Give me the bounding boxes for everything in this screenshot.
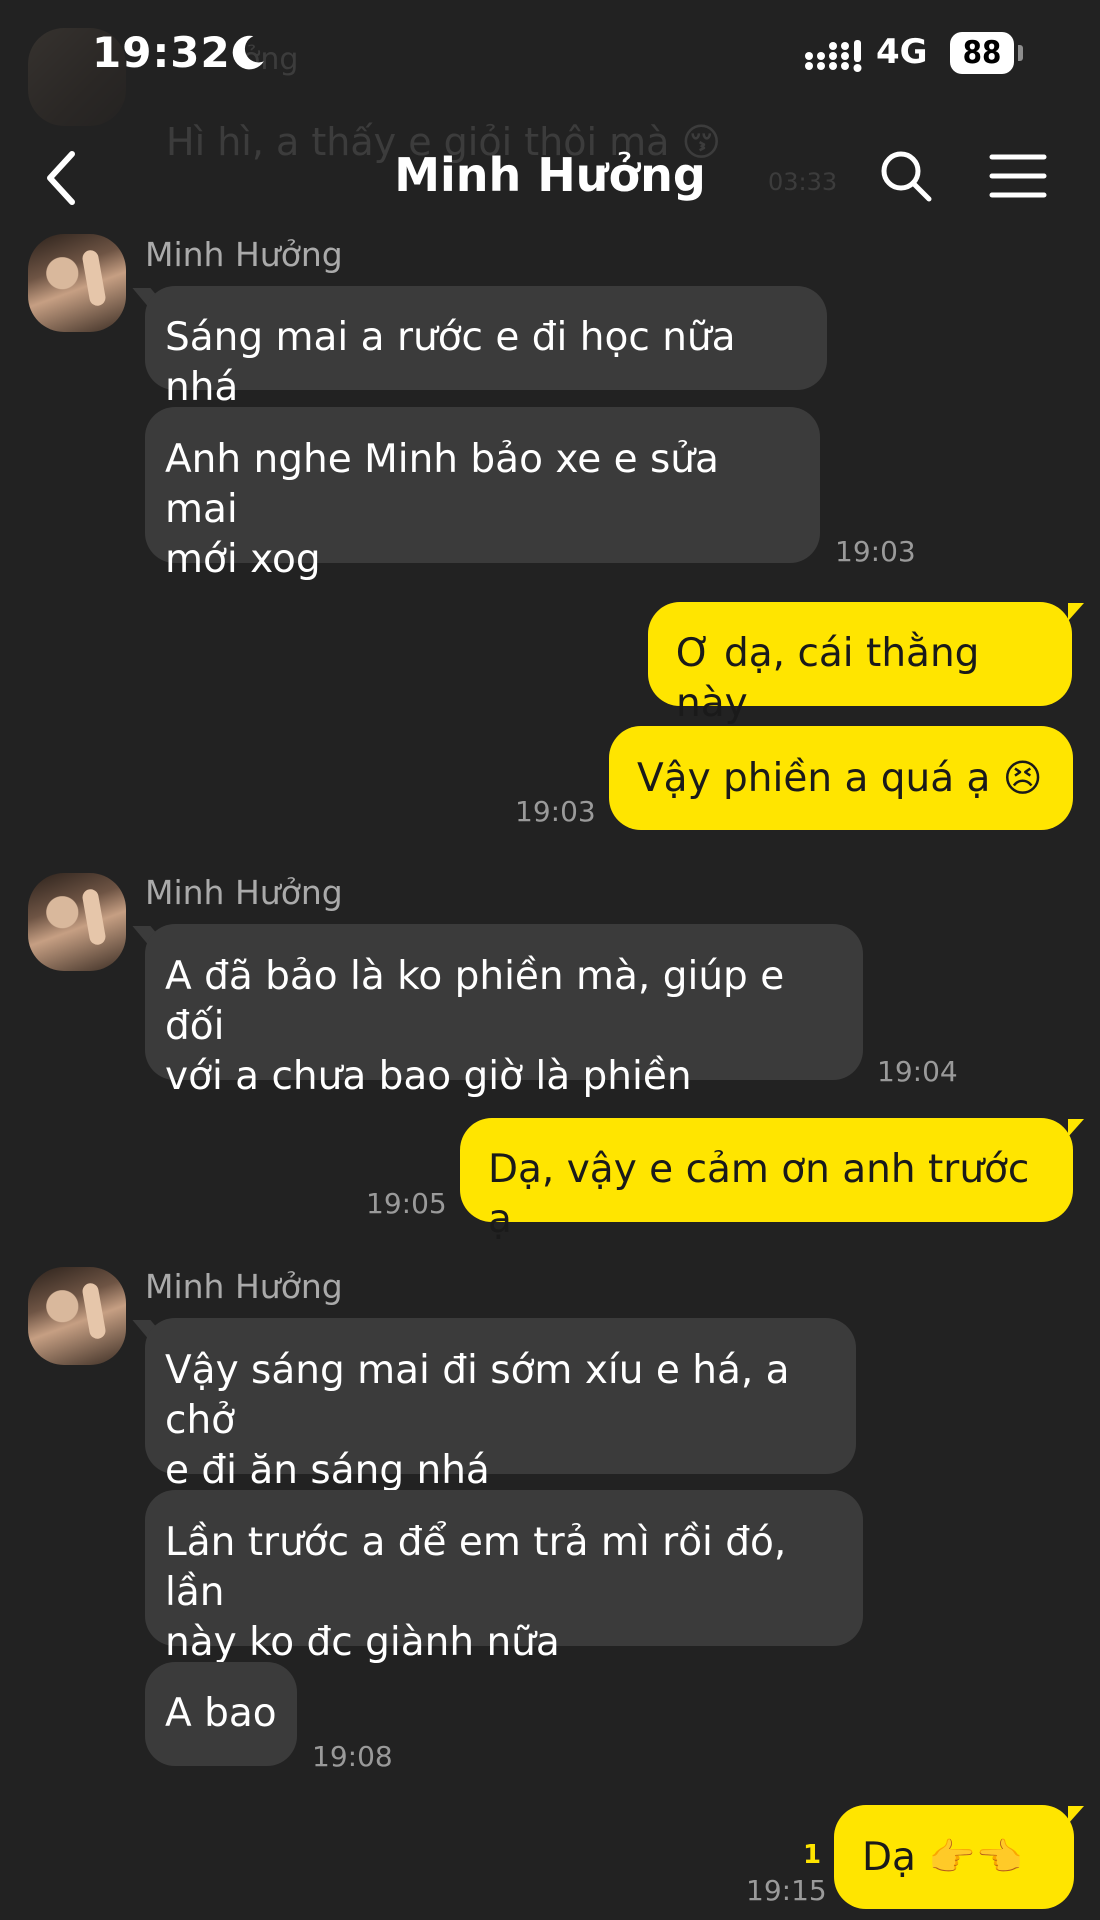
message-time: 19:03 (515, 795, 596, 828)
unread-count: 1 (803, 1840, 822, 1870)
hamburger-menu-icon[interactable] (988, 152, 1048, 200)
outgoing-message[interactable]: Ơ dạ, cái thằng này (648, 602, 1072, 726)
search-icon[interactable] (878, 148, 934, 204)
message-text-line: A đã bảo là ko phiền mà, giúp e đối (165, 954, 785, 1049)
contact-avatar[interactable] (28, 234, 126, 332)
message-text: Dạ, vậy e cảm ơn anh trước ạ (488, 1147, 1030, 1242)
contact-avatar[interactable] (28, 1267, 126, 1365)
message-time: 19:15 (746, 1874, 827, 1907)
contact-avatar[interactable] (28, 873, 126, 971)
message-text-line: e đi ăn sáng nhá (165, 1448, 490, 1493)
sender-name: Minh Hưởng (145, 873, 343, 912)
outgoing-message[interactable]: Vậy phiền a quá ạ 😣 (609, 726, 1073, 830)
incoming-message[interactable]: Vậy sáng mai đi sớm xíu e há, a chở e đi… (145, 1318, 856, 1493)
message-text-line: Anh nghe Minh bảo xe e sửa mai (165, 437, 719, 532)
incoming-message[interactable]: A bao (145, 1662, 297, 1766)
message-text: Dạ (862, 1835, 916, 1880)
message-text: Sáng mai a rước e đi học nữa nhá (165, 315, 736, 410)
message-time: 19:04 (877, 1055, 958, 1088)
incoming-message[interactable]: A đã bảo là ko phiền mà, giúp e đối với … (145, 924, 863, 1099)
chat-title: Minh Hưởng (394, 148, 706, 202)
battery-icon: 88 (950, 32, 1014, 74)
message-text-line: mới xog (165, 537, 321, 582)
persevering-face-emoji: 😣 (1002, 756, 1043, 800)
status-time: 19:32 (92, 28, 231, 77)
message-text: Vậy phiền a quá ạ (637, 756, 991, 801)
message-time: 19:03 (835, 535, 916, 568)
sender-name: Minh Hưởng (145, 235, 343, 274)
message-text: A bao (165, 1691, 277, 1736)
incoming-message[interactable]: Lần trước a để em trả mì rồi đó, lần này… (145, 1490, 863, 1665)
outgoing-message[interactable]: Dạ, vậy e cảm ơn anh trước ạ (460, 1118, 1073, 1242)
pointing-fingers-emoji: 👉👈 (928, 1835, 1023, 1879)
outgoing-message[interactable]: Dạ 👉👈 (834, 1805, 1074, 1909)
bubble-tail (1068, 603, 1084, 621)
message-text-line: này ko đc giành nữa (165, 1620, 560, 1665)
incoming-message[interactable]: Sáng mai a rước e đi học nữa nhá (145, 286, 827, 410)
message-text-line: Vậy sáng mai đi sớm xíu e há, a chở (165, 1348, 790, 1443)
message-time: 19:05 (366, 1187, 447, 1220)
network-type: 4G (876, 32, 928, 72)
message-text-line: Lần trước a để em trả mì rồi đó, lần (165, 1520, 787, 1615)
message-text: Ơ dạ, cái thằng này (676, 631, 980, 726)
bubble-tail (1068, 1119, 1084, 1137)
sender-name: Minh Hưởng (145, 1267, 343, 1306)
incoming-message[interactable]: Anh nghe Minh bảo xe e sửa mai mới xog (145, 407, 820, 582)
moon-icon (232, 35, 264, 70)
message-time: 19:08 (312, 1740, 393, 1773)
battery-tip (1018, 45, 1023, 61)
message-text-line: với a chưa bao giờ là phiền (165, 1054, 692, 1099)
signal-icon (805, 40, 862, 72)
